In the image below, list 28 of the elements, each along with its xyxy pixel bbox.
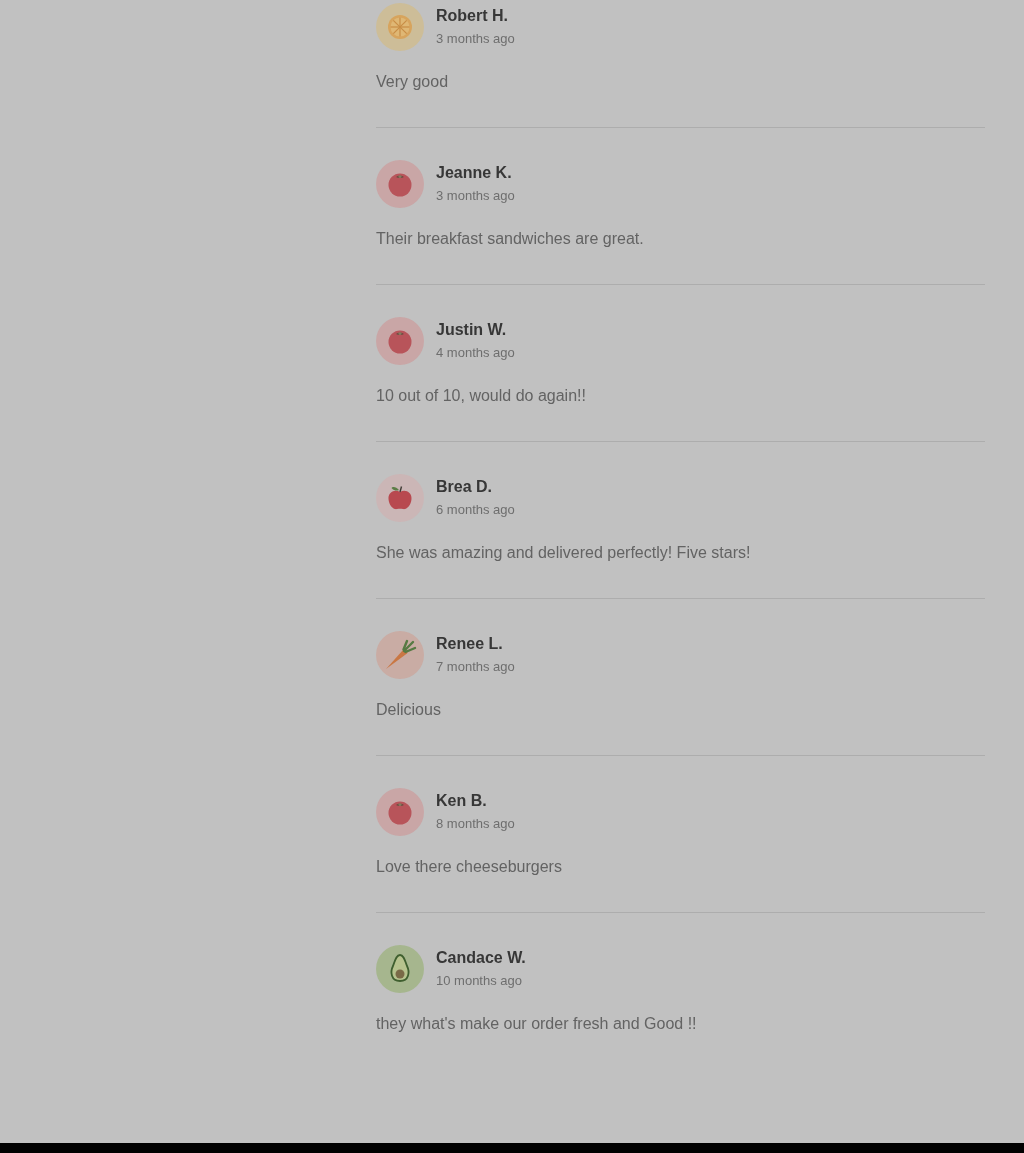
review-text: they what's make our order fresh and Good !! (376, 1014, 698, 1034)
review-text: Very good (376, 72, 450, 92)
tomato-icon (376, 160, 424, 208)
review-time: 10 months ago (436, 972, 523, 990)
reviewer-name: Candace W. (436, 948, 526, 968)
review-time: 7 months ago (436, 658, 515, 676)
review-time: 3 months ago (436, 187, 515, 205)
citrus-slice-icon (376, 3, 424, 51)
reviewer-name: Robert H. (436, 6, 509, 26)
reviewer-name: Jeanne K. (436, 163, 513, 183)
review-time: 6 months ago (436, 501, 515, 519)
review-text: Delicious (376, 700, 442, 720)
reviewer-name: Justin W. (436, 320, 508, 340)
reviewer-name: Ken B. (436, 791, 488, 811)
reviewer-name: Brea D. (436, 477, 494, 497)
tomato-icon (376, 788, 424, 836)
review-time: 3 months ago (436, 30, 515, 48)
review-time: 4 months ago (436, 344, 515, 362)
review-text: She was amazing and delivered perfectly! Five stars! (376, 543, 752, 563)
review-time: 8 months ago (436, 815, 515, 833)
apple-icon (376, 474, 424, 522)
avocado-icon (376, 945, 424, 993)
review-text: Their breakfast sandwiches are great. (376, 229, 645, 249)
tomato-icon (376, 317, 424, 365)
review-text: 10 out of 10, would do again!! (376, 386, 587, 406)
reviewer-name: Renee L. (436, 634, 504, 654)
review-text: Love there cheeseburgers (376, 857, 563, 877)
carrot-icon (376, 631, 424, 679)
